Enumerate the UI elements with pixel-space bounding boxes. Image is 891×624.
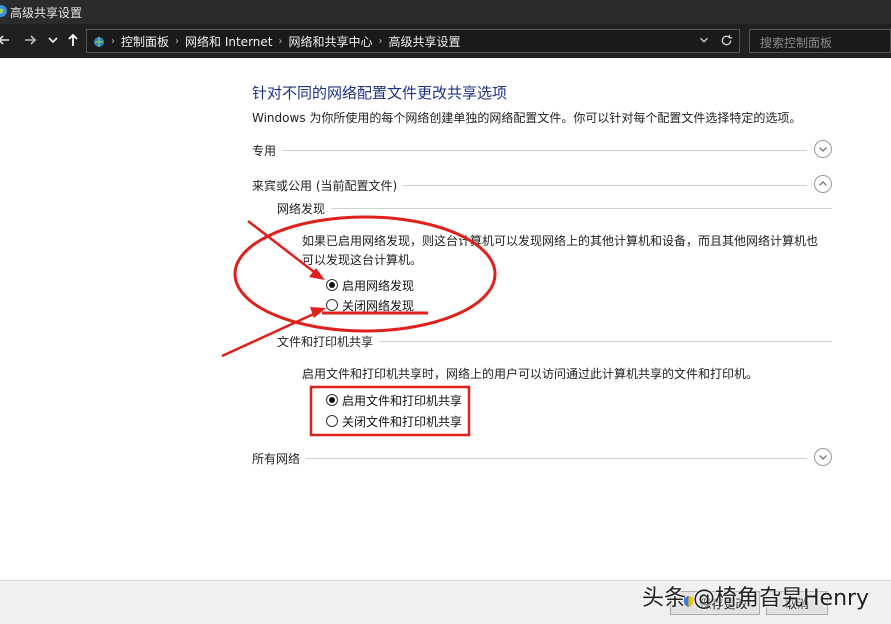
radio-disable-network-discovery[interactable]: 关闭网络发现 — [326, 295, 414, 315]
file-sharing-description: 启用文件和打印机共享时，网络上的用户可以访问通过此计算机共享的文件和打印机。 — [302, 367, 759, 381]
section-guest-public[interactable]: 来宾或公用 (当前配置文件) — [252, 175, 832, 199]
subsection-network-discovery: 网络发现 — [277, 200, 832, 218]
disable-file-sharing-label: 关闭文件和打印机共享 — [342, 414, 463, 429]
radio-enable-network-discovery[interactable]: 启用网络发现 — [326, 275, 414, 295]
section-private-label: 专用 — [252, 142, 283, 159]
network-discovery-description: 如果已启用网络发现，则这台计算机可以发现网络上的其他计算机和设备，而且其他网络计… — [302, 234, 819, 267]
watermark: 头条 @椅角旮旯Henry — [642, 586, 870, 611]
page-description: Windows 为你所使用的每个网络创建单独的网络配置文件。你可以针对每个配置文… — [252, 111, 802, 125]
page-title: 针对不同的网络配置文件更改共享选项 — [252, 84, 508, 102]
navigation-bar: › 控制面板 › 网络和 Internet › 网络和共享中心 › 高级共享设置… — [0, 24, 891, 58]
radio-button[interactable] — [326, 415, 338, 427]
section-all-networks[interactable]: 所有网络 — [252, 448, 832, 472]
address-bar[interactable]: › 控制面板 › 网络和 Internet › 网络和共享中心 › 高级共享设置 — [86, 29, 740, 53]
network-discovery-title: 网络发现 — [277, 200, 332, 217]
breadcrumb-control-panel[interactable]: 控制面板 — [115, 33, 175, 50]
radio-button-selected[interactable] — [326, 394, 338, 406]
dropdown-chevron-icon[interactable] — [697, 33, 711, 50]
radio-button[interactable] — [326, 299, 338, 311]
section-private[interactable]: 专用 — [252, 140, 832, 164]
section-guest-label: 来宾或公用 (当前配置文件) — [252, 177, 404, 194]
breadcrumb-advanced-sharing[interactable]: 高级共享设置 — [383, 33, 467, 50]
breadcrumb-network-sharing-center[interactable]: 网络和共享中心 — [282, 33, 378, 50]
subsection-file-printer-sharing: 文件和打印机共享 — [277, 333, 832, 351]
window-title: 高级共享设置 — [10, 6, 83, 20]
search-input[interactable]: 搜索控制面板 — [749, 29, 891, 53]
section-all-label: 所有网络 — [252, 450, 307, 467]
radio-button-selected[interactable] — [326, 279, 338, 291]
expand-chevron-icon[interactable] — [814, 140, 832, 158]
enable-network-discovery-label: 启用网络发现 — [342, 278, 415, 293]
radio-disable-file-sharing[interactable]: 关闭文件和打印机共享 — [326, 411, 462, 431]
forward-arrow-icon[interactable] — [22, 32, 38, 48]
enable-file-sharing-label: 启用文件和打印机共享 — [342, 393, 463, 408]
main-content: 针对不同的网络配置文件更改共享选项 Windows 为你所使用的每个网络创建单独… — [0, 58, 891, 580]
disable-network-discovery-label: 关闭网络发现 — [342, 298, 415, 313]
network-location-icon — [91, 33, 107, 52]
title-bar: 高级共享设置 — [0, 0, 891, 24]
refresh-icon[interactable] — [719, 33, 734, 51]
expand-chevron-icon[interactable] — [814, 448, 832, 466]
breadcrumb: › 控制面板 › 网络和 Internet › 网络和共享中心 › 高级共享设置 — [111, 30, 467, 52]
back-arrow-icon[interactable] — [0, 32, 12, 48]
radio-enable-file-sharing[interactable]: 启用文件和打印机共享 — [326, 390, 462, 410]
recent-chevron-icon[interactable] — [45, 32, 58, 48]
file-sharing-title: 文件和打印机共享 — [277, 333, 380, 350]
breadcrumb-network-internet[interactable]: 网络和 Internet — [179, 33, 278, 50]
up-arrow-icon[interactable] — [65, 32, 81, 48]
collapse-chevron-icon[interactable] — [814, 175, 832, 193]
app-icon — [0, 4, 8, 18]
